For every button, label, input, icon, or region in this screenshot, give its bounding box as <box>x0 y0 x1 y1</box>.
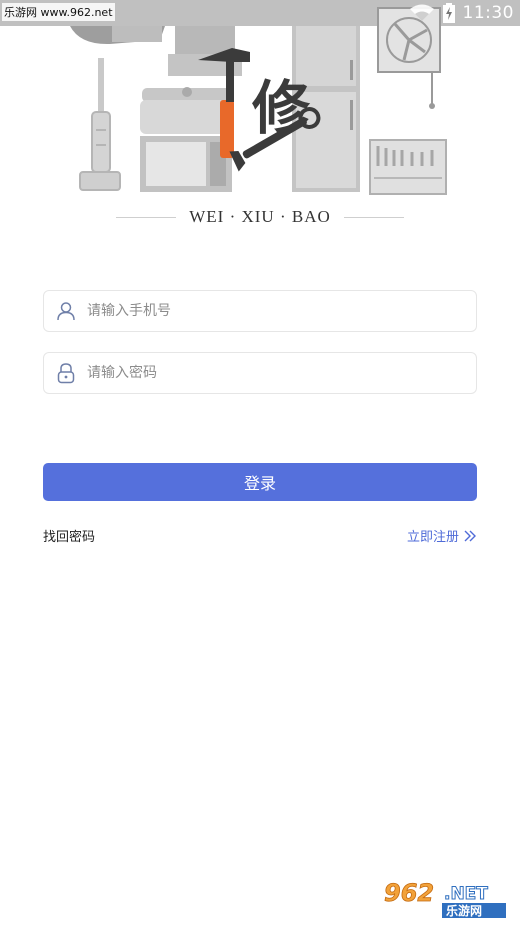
watermark-digits: 962 <box>384 879 434 907</box>
register-link[interactable]: 立即注册 <box>407 526 477 545</box>
phone-input[interactable] <box>87 292 447 330</box>
watermark-suffix: .NET <box>444 884 488 904</box>
battery-icon <box>442 3 455 23</box>
password-field[interactable] <box>43 352 477 394</box>
brand-name: WEI · XIU · BAO <box>189 207 331 226</box>
brand-divider-right <box>344 217 404 218</box>
wifi-icon <box>409 4 434 21</box>
watermark-logo: 962 .NET 乐游网 <box>380 875 514 919</box>
logo-character: 修 <box>252 74 311 142</box>
appliances-illustration: 修 <box>0 0 520 195</box>
register-label: 立即注册 <box>406 530 459 545</box>
status-bar: 乐游网 www.962.net 11:30 <box>0 0 520 26</box>
login-button[interactable]: 登录 <box>43 463 477 501</box>
status-icons: 11:30 <box>409 2 515 24</box>
phone-field[interactable] <box>43 290 477 332</box>
user-icon <box>45 291 87 331</box>
lock-icon <box>45 353 87 393</box>
mixer-icon <box>70 26 165 45</box>
watermark-site-name: 乐游网 <box>446 903 482 918</box>
watermark-top: 乐游网 www.962.net <box>2 3 115 21</box>
microwave-icon <box>140 136 232 192</box>
forgot-password-link[interactable]: 找回密码 <box>43 526 95 545</box>
password-input[interactable] <box>87 354 447 392</box>
dish-rack-icon <box>369 139 447 195</box>
vacuum-cleaner-icon <box>79 58 121 191</box>
status-time: 11:30 <box>462 3 514 23</box>
double-chevron-right-icon <box>464 530 476 541</box>
header-illustration: 修 <box>0 0 520 235</box>
rice-cooker-icon <box>140 87 234 134</box>
